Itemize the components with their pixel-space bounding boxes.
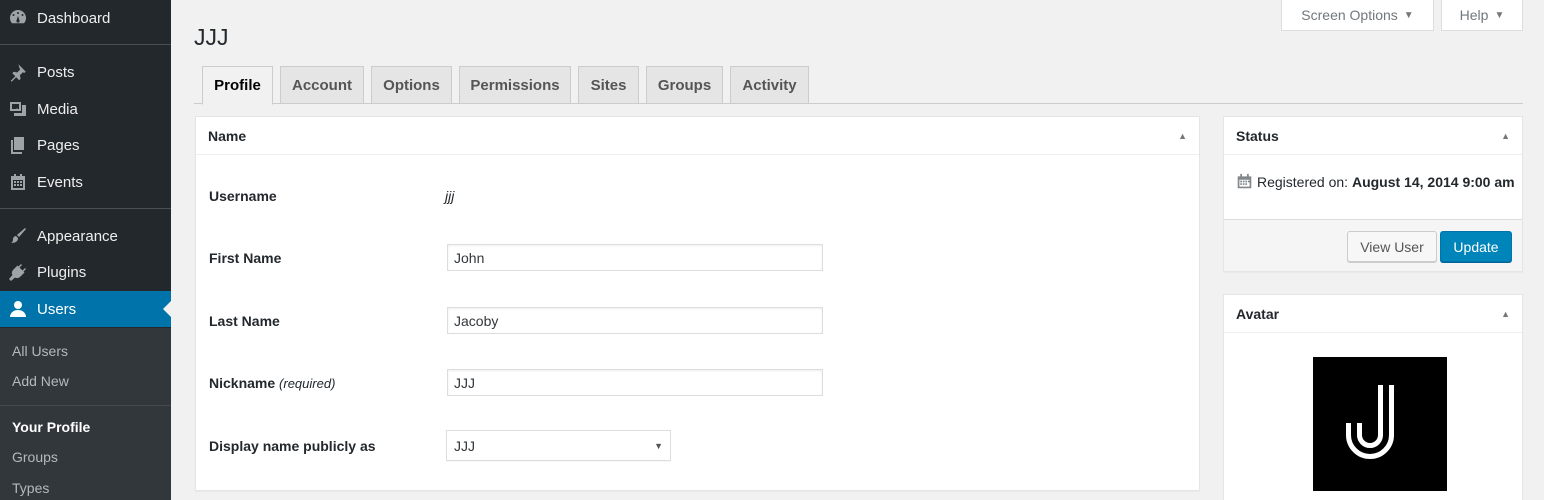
- collapse-toggle-icon[interactable]: ▲: [1178, 131, 1187, 141]
- users-submenu: All Users Add New Your Profile Groups Ty…: [0, 328, 171, 500]
- tab-activity[interactable]: Activity: [730, 66, 809, 104]
- first-name-field[interactable]: [447, 244, 823, 271]
- display-name-selected-value: JJJ: [454, 437, 475, 454]
- display-name-label: Display name publicly as: [209, 438, 376, 454]
- username-value: jjj: [445, 188, 455, 204]
- help-label: Help: [1459, 7, 1489, 23]
- help-button[interactable]: Help ▼: [1441, 0, 1523, 31]
- tab-options[interactable]: Options: [371, 66, 452, 104]
- avatar-postbox-title: Avatar: [1236, 305, 1280, 322]
- caret-down-icon: ▼: [1403, 9, 1414, 21]
- display-name-select[interactable]: JJJ ▼: [446, 430, 671, 461]
- tab-sites[interactable]: Sites: [578, 66, 639, 104]
- nickname-label: Nickname (required): [209, 375, 335, 391]
- sidebar-item-appearance[interactable]: Appearance: [0, 218, 171, 254]
- avatar-postbox: Avatar ▲: [1223, 294, 1523, 500]
- registered-info: Registered on: August 14, 2014 9:00 am: [1236, 171, 1516, 196]
- pushpin-icon: [0, 62, 36, 82]
- last-name-field[interactable]: [447, 307, 823, 334]
- submenu-item-groups[interactable]: Groups: [12, 449, 58, 465]
- avatar-letter-j-logo: [1346, 385, 1394, 459]
- first-name-label: First Name: [209, 250, 282, 266]
- nickname-field[interactable]: [447, 369, 823, 396]
- page-title: JJJ: [194, 24, 229, 50]
- status-postbox-header[interactable]: Status ▲: [1224, 117, 1522, 155]
- name-postbox: Name ▲ Username jjj First Name Last Name…: [195, 116, 1200, 491]
- avatar: [1313, 357, 1447, 491]
- collapse-toggle-icon[interactable]: ▲: [1501, 309, 1510, 319]
- plug-icon: [0, 262, 36, 282]
- submenu-item-add-new[interactable]: Add New: [12, 373, 69, 389]
- calendar-icon: [0, 172, 36, 192]
- sidebar-item-label: Events: [37, 173, 83, 191]
- last-name-label: Last Name: [209, 313, 280, 329]
- sidebar-item-label: Appearance: [37, 227, 118, 245]
- menu-separator: [0, 44, 171, 45]
- sidebar-item-label: Media: [37, 100, 78, 118]
- required-note: (required): [279, 376, 336, 391]
- nickname-label-text: Nickname: [209, 375, 276, 391]
- sidebar-item-plugins[interactable]: Plugins: [0, 254, 171, 290]
- submenu-item-your-profile[interactable]: Your Profile: [12, 419, 90, 435]
- registered-date: August 14, 2014 9:00 am: [1351, 174, 1515, 190]
- sidebar-item-users[interactable]: Users: [0, 291, 171, 327]
- submenu-separator: [0, 405, 171, 406]
- sidebar-item-label: Posts: [37, 63, 75, 81]
- submenu-item-types[interactable]: Types: [12, 480, 49, 496]
- update-button[interactable]: Update: [1440, 231, 1512, 262]
- paintbrush-icon: [0, 226, 36, 246]
- status-actions: View User Update: [1224, 219, 1522, 271]
- username-label: Username: [209, 188, 277, 204]
- dashboard-icon: [0, 8, 36, 28]
- status-postbox-title: Status: [1236, 127, 1279, 144]
- view-user-button[interactable]: View User: [1347, 231, 1437, 262]
- registered-label: Registered on:: [1257, 174, 1349, 190]
- caret-down-icon: ▼: [654, 440, 663, 451]
- sidebar-item-events[interactable]: Events: [0, 164, 171, 200]
- tab-account[interactable]: Account: [280, 66, 364, 104]
- name-postbox-header[interactable]: Name ▲: [196, 117, 1199, 155]
- sidebar-item-label: Users: [37, 300, 77, 318]
- menu-separator: [0, 208, 171, 209]
- tab-permissions[interactable]: Permissions: [459, 66, 571, 104]
- status-postbox: Status ▲ Registered on: August 14, 2014 …: [1223, 116, 1523, 272]
- admin-sidebar: Dashboard Posts Media Pages Events Appea…: [0, 0, 171, 500]
- pages-icon: [0, 135, 36, 155]
- media-icon: [0, 99, 36, 119]
- sidebar-item-pages[interactable]: Pages: [0, 127, 171, 163]
- sidebar-item-label: Plugins: [37, 263, 87, 281]
- sidebar-item-media[interactable]: Media: [0, 91, 171, 127]
- screen-options-button[interactable]: Screen Options ▼: [1281, 0, 1434, 31]
- user-icon: [0, 299, 36, 319]
- tab-groups[interactable]: Groups: [646, 66, 723, 104]
- sidebar-item-label: Dashboard: [37, 9, 111, 27]
- calendar-icon: [1236, 173, 1253, 196]
- collapse-toggle-icon[interactable]: ▲: [1501, 131, 1510, 141]
- profile-tabs: Profile Account Options Permissions Site…: [194, 66, 1523, 105]
- tab-profile[interactable]: Profile: [202, 66, 273, 105]
- sidebar-item-dashboard[interactable]: Dashboard: [0, 0, 171, 36]
- sidebar-item-posts[interactable]: Posts: [0, 54, 171, 90]
- avatar-postbox-header[interactable]: Avatar ▲: [1224, 295, 1522, 333]
- name-postbox-title: Name: [208, 127, 247, 144]
- screen-options-label: Screen Options: [1301, 7, 1398, 23]
- submenu-item-all-users[interactable]: All Users: [12, 343, 68, 359]
- sidebar-item-label: Pages: [37, 136, 80, 154]
- caret-down-icon: ▼: [1494, 9, 1505, 21]
